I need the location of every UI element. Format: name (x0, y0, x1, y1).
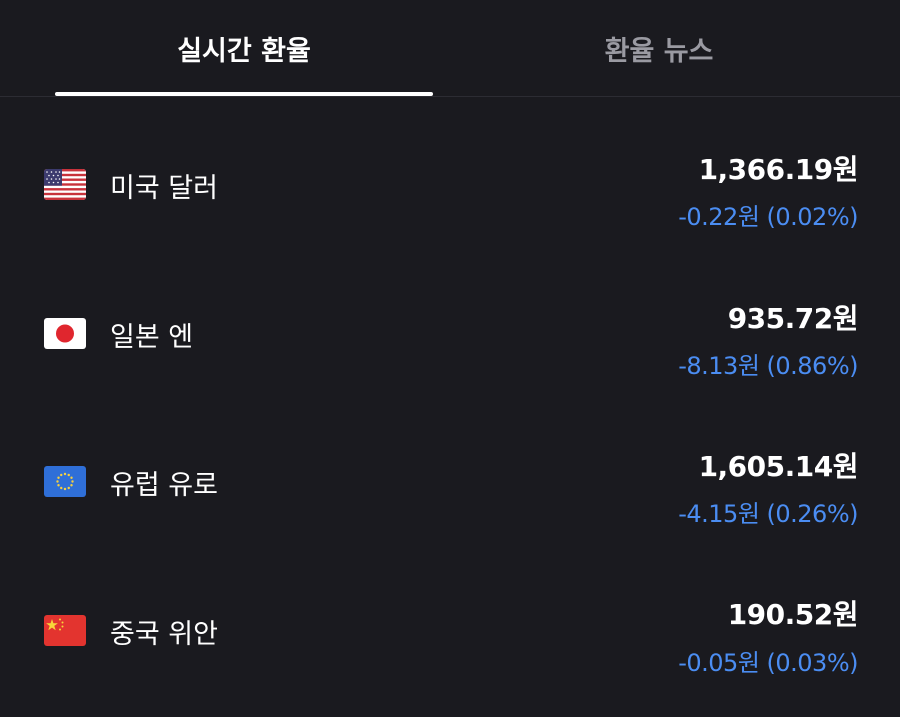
us-flag-icon (44, 169, 86, 200)
currency-name: 중국 위안 (110, 619, 218, 650)
rate-row-cny[interactable]: 중국 위안 190.52원 -0.05원 (0.03%) (0, 575, 900, 685)
tab-realtime-rates[interactable]: 실시간 환율 (55, 0, 433, 96)
china-flag-icon (44, 615, 86, 646)
currency-name: 유럽 유로 (110, 470, 218, 501)
active-tab-indicator (55, 92, 433, 96)
rate-change: -0.22원 (0.02%) (678, 203, 858, 231)
exchange-rate-value: 935.72원 (727, 302, 859, 335)
tab-bar: 실시간 환율 환율 뉴스 (0, 0, 900, 97)
rate-row-jpy[interactable]: 일본 엔 935.72원 -8.13원 (0.86%) (0, 279, 900, 389)
eu-flag-icon (44, 466, 86, 497)
exchange-rate-value: 1,605.14원 (698, 450, 859, 483)
rate-row-eur[interactable]: 유럽 유로 1,605.14원 -4.15원 (0.26%) (0, 427, 900, 537)
exchange-rate-value: 1,366.19원 (698, 153, 859, 186)
rate-row-usd[interactable]: 미국 달러 1,366.19원 -0.22원 (0.02%) (0, 130, 900, 240)
tab-rate-news[interactable]: 환율 뉴스 (470, 0, 848, 96)
currency-name: 일본 엔 (110, 322, 194, 353)
rate-change: -4.15원 (0.26%) (678, 500, 858, 528)
rate-change: -8.13원 (0.86%) (678, 352, 858, 380)
currency-name: 미국 달러 (110, 173, 218, 204)
japan-flag-icon (44, 318, 86, 349)
rate-change: -0.05원 (0.03%) (678, 649, 858, 677)
exchange-rate-value: 190.52원 (727, 598, 859, 631)
